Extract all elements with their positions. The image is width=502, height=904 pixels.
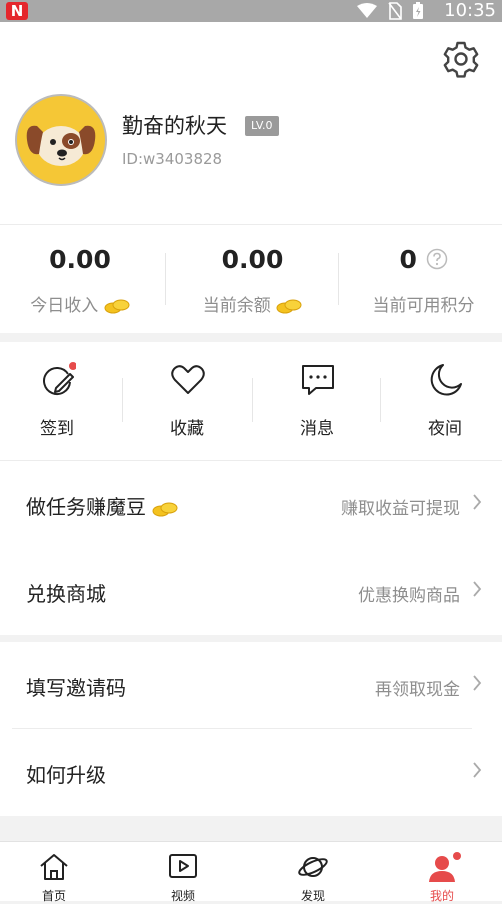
stat-available-points[interactable]: 0 当前可用积分 (345, 225, 502, 333)
checkin-pen-icon (43, 362, 76, 395)
menu-row-subtitle: 优惠换购商品 (358, 586, 460, 606)
stat-label: 当前余额 (170, 291, 335, 316)
tab-home[interactable]: 首页 (14, 842, 94, 903)
divider (338, 253, 339, 305)
message-icon (302, 365, 334, 395)
status-time: 10:35 (444, 0, 496, 21)
avatar[interactable] (15, 94, 107, 186)
stat-today-income[interactable]: 0.00 今日收入 (0, 225, 160, 333)
coin-icon (104, 299, 130, 314)
level-badge: LV.0 (245, 116, 279, 136)
username: 勤奋的秋天 (122, 114, 227, 138)
stat-value: 0.00 (49, 245, 111, 274)
stat-current-balance[interactable]: 0.00 当前余额 (170, 225, 335, 333)
quick-action-favorites[interactable]: 收藏 (132, 342, 242, 460)
battery-icon (413, 2, 423, 19)
menu-row-upgrade[interactable]: 如何升级 (0, 729, 502, 816)
home-icon (40, 854, 68, 880)
quick-action-label: 夜间 (428, 419, 462, 439)
tab-discover[interactable]: 发现 (273, 842, 353, 903)
quick-action-label: 签到 (40, 419, 74, 439)
stat-value-row: 0 (345, 245, 502, 274)
menu-row-title: 兑换商城 (26, 582, 106, 606)
tab-video[interactable]: 视频 (143, 842, 223, 903)
menu-row-title: 做任务赚魔豆 (26, 491, 178, 520)
moon-icon (430, 364, 462, 396)
person-icon (429, 852, 461, 882)
settings-gear-icon[interactable] (440, 38, 482, 80)
quick-action-checkin[interactable]: 签到 (2, 342, 112, 460)
app-badge: N (6, 2, 28, 20)
coin-icon (152, 502, 178, 516)
stat-value: 0 (399, 245, 417, 274)
dog-avatar-icon (26, 125, 96, 166)
tab-label: 视频 (170, 889, 195, 903)
status-bar: N 10:35 (0, 0, 502, 22)
menu-group-earn: 做任务赚魔豆 赚取收益可提现 兑换商城 优惠换购商品 (0, 460, 502, 635)
divider (252, 378, 253, 422)
menu-row-invite-code[interactable]: 填写邀请码 再领取现金 (0, 642, 502, 729)
menu-row-tasks[interactable]: 做任务赚魔豆 赚取收益可提现 (0, 461, 502, 548)
menu-row-subtitle: 赚取收益可提现 (341, 499, 460, 519)
menu-row-subtitle: 再领取现金 (375, 680, 460, 700)
quick-action-messages[interactable]: 消息 (262, 342, 372, 460)
quick-actions: 签到 收藏 消息 夜间 (0, 342, 502, 460)
tab-label: 首页 (41, 889, 66, 903)
divider (122, 378, 123, 422)
video-icon (169, 854, 197, 878)
stat-label: 当前可用积分 (372, 296, 475, 316)
stat-value: 0.00 (221, 245, 284, 274)
quick-action-label: 消息 (300, 419, 334, 439)
tab-mine[interactable]: 我的 (402, 842, 482, 903)
quick-action-night-mode[interactable]: 夜间 (390, 342, 500, 460)
chevron-right-icon (473, 675, 482, 691)
no-sim-icon (388, 2, 402, 20)
menu-row-title: 如何升级 (26, 763, 106, 787)
wifi-icon (357, 3, 377, 18)
menu-group-invite: 填写邀请码 再领取现金 如何升级 (0, 642, 502, 816)
tab-label: 发现 (300, 889, 325, 903)
profile-card: 勤奋的秋天 LV.0 ID:w3403828 (0, 22, 502, 224)
divider (380, 378, 381, 422)
help-circle-icon[interactable] (426, 248, 448, 270)
chevron-right-icon (473, 762, 482, 778)
chevron-right-icon (473, 494, 482, 510)
quick-action-label: 收藏 (170, 419, 204, 439)
status-icons (356, 2, 424, 20)
menu-row-mall[interactable]: 兑换商城 优惠换购商品 (0, 548, 502, 635)
tab-label: 我的 (429, 889, 454, 903)
planet-icon (298, 857, 328, 877)
coin-icon (276, 299, 302, 314)
heart-icon (171, 365, 205, 394)
stat-label: 今日收入 (0, 291, 160, 316)
divider (165, 253, 166, 305)
user-id: ID:w3403828 (122, 150, 223, 168)
stats-panel: 0.00 今日收入 0.00 当前余额 0 当前可用积分 (0, 224, 502, 333)
bottom-tab-bar: 首页 视频 发现 我的 (0, 841, 502, 903)
menu-row-title: 填写邀请码 (26, 676, 126, 700)
chevron-right-icon (473, 581, 482, 597)
